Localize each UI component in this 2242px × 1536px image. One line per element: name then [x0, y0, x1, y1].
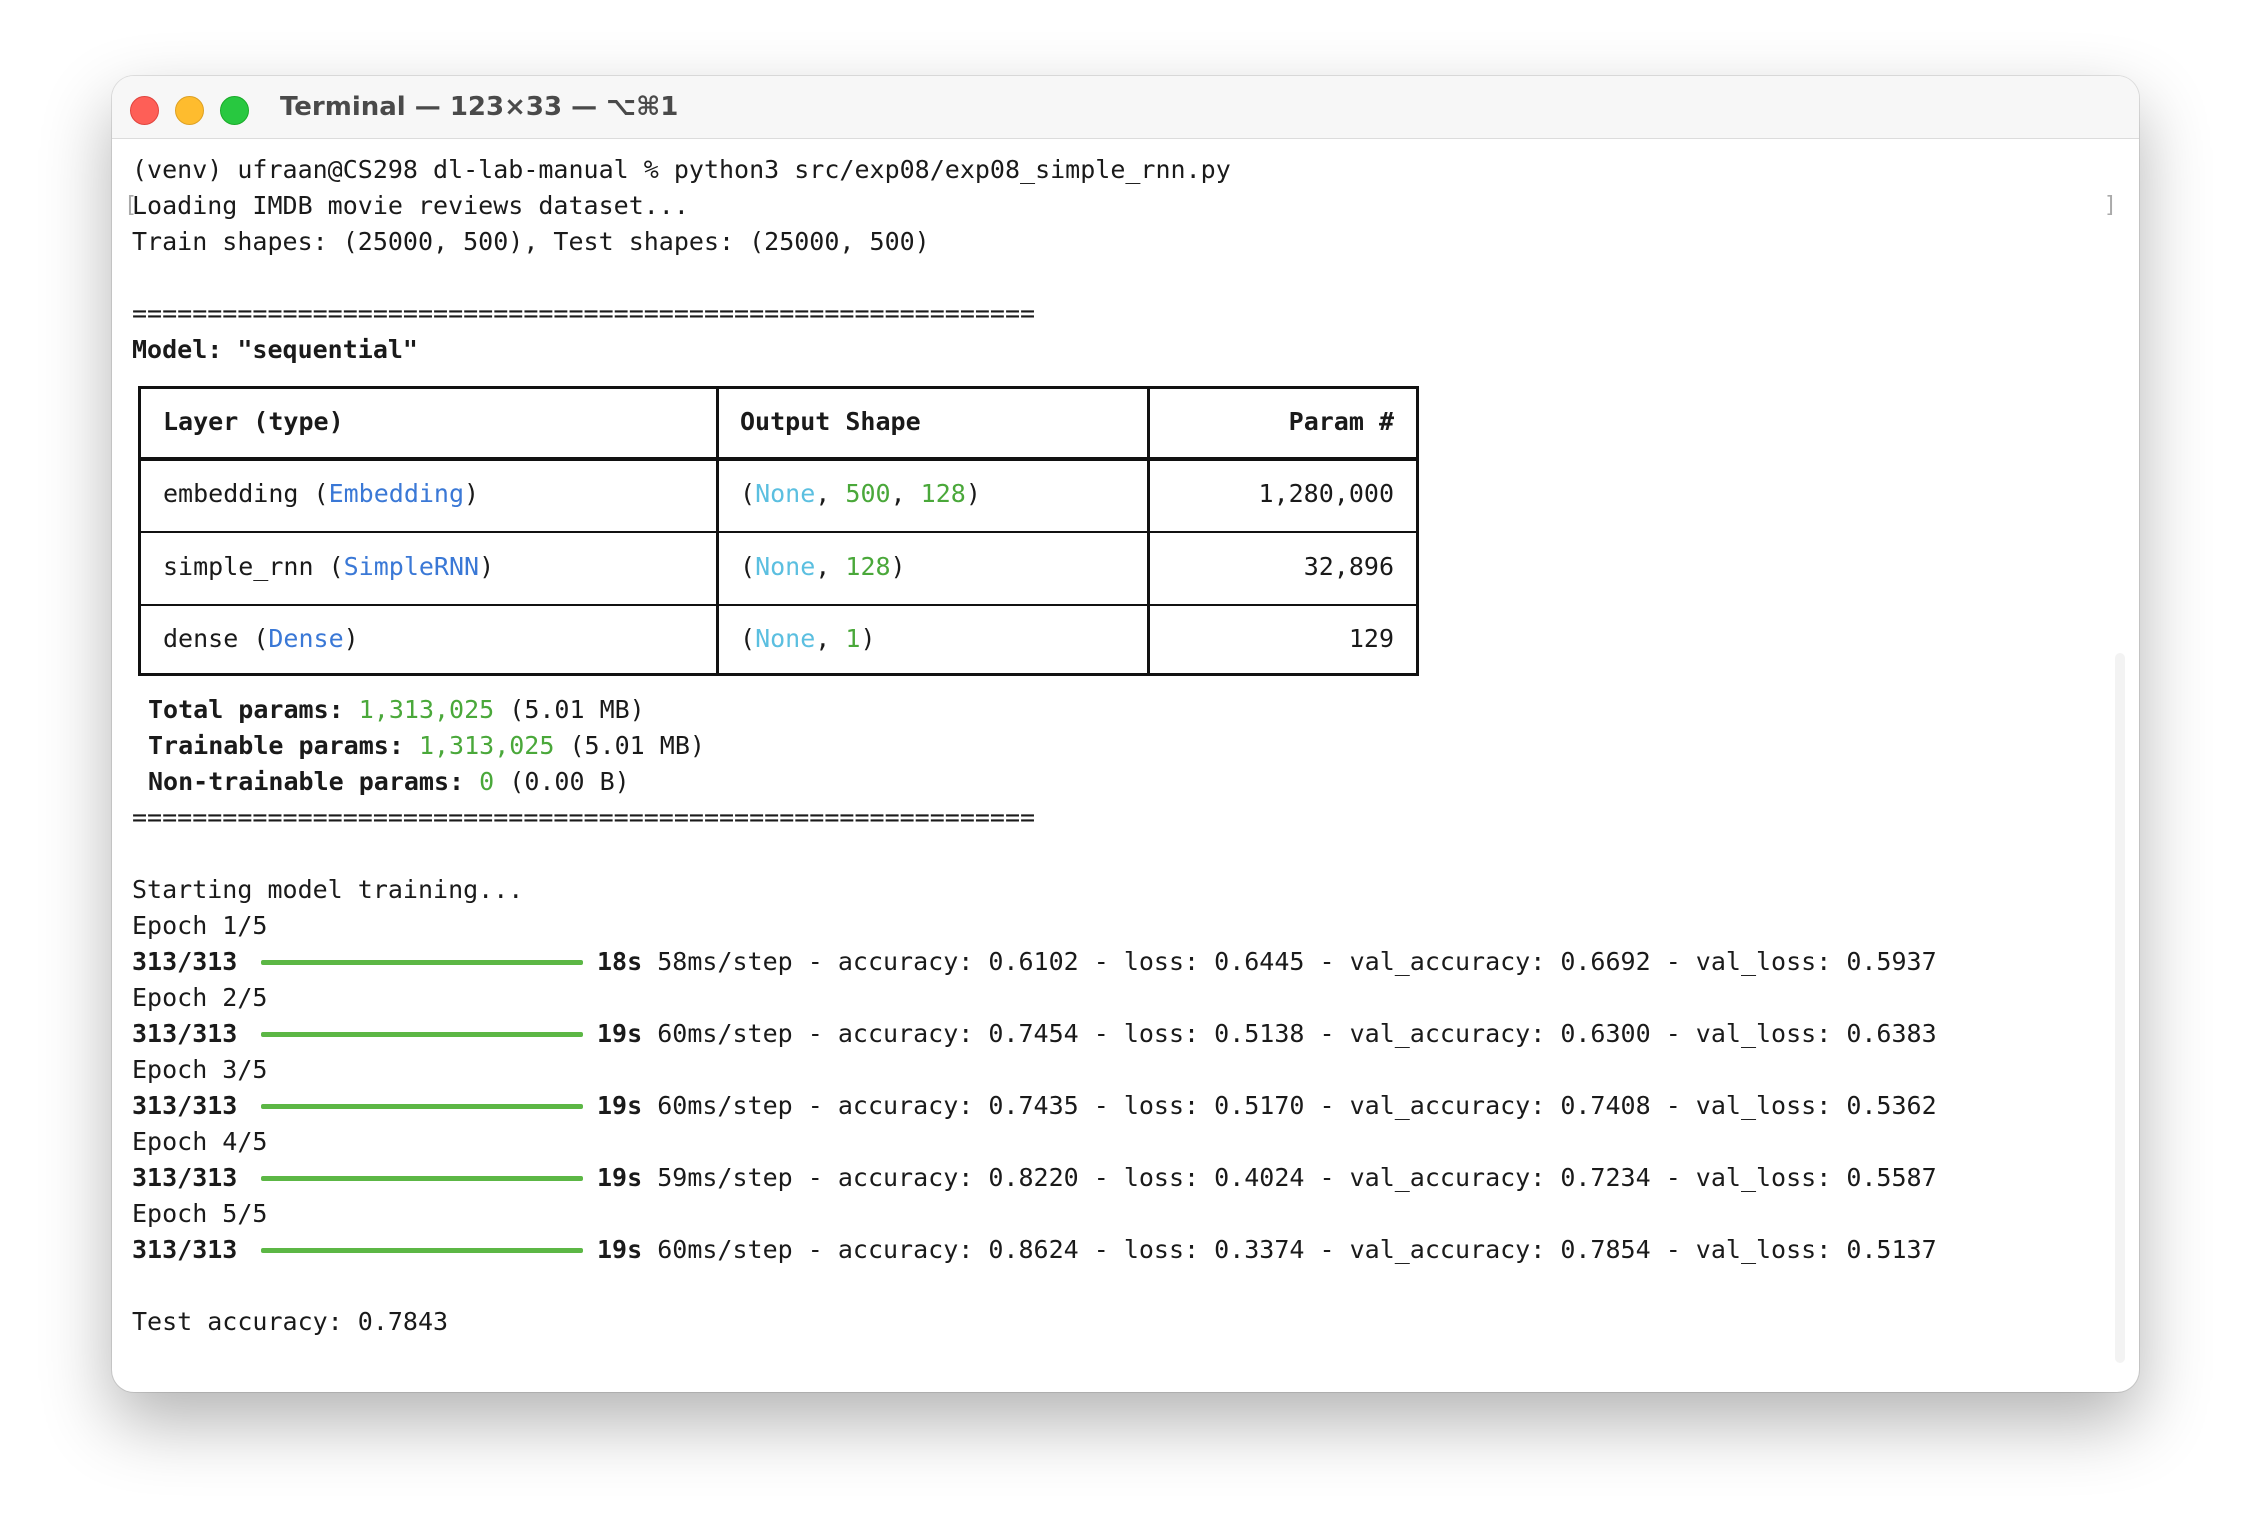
- epoch-steps: 313/313: [132, 1163, 238, 1192]
- epoch-metrics: 19s 60ms/step - accuracy: 0.8624 - loss:…: [597, 1235, 1937, 1264]
- output-shapes: Train shapes: (25000, 500), Test shapes:…: [132, 227, 930, 256]
- table-row-rule: [141, 604, 1416, 606]
- close-button[interactable]: [130, 96, 159, 125]
- shape-cell: (None, 500, 128): [740, 479, 981, 508]
- shape-cell: (None, 128): [740, 552, 906, 581]
- layer-cell: embedding (Embedding): [163, 479, 480, 508]
- epoch-metrics: 19s 60ms/step - accuracy: 0.7435 - loss:…: [597, 1091, 1937, 1120]
- param-count: 32,896: [1303, 552, 1394, 581]
- layer-type: Embedding: [328, 479, 465, 508]
- layer-type: Dense: [268, 624, 344, 653]
- shape-none: None: [755, 552, 816, 581]
- mark-bracket-right: ]: [2103, 193, 2117, 218]
- zoom-button[interactable]: [220, 96, 249, 125]
- layer-name: embedding: [163, 479, 299, 508]
- layer-cell: simple_rnn (SimpleRNN): [163, 552, 495, 581]
- param-count: 1,280,000: [1258, 479, 1394, 508]
- epoch-steps: 313/313: [132, 1091, 238, 1120]
- total-params: Total params: 1,313,025 (5.01 MB): [148, 695, 645, 724]
- param-count: 129: [1348, 624, 1394, 653]
- layer-type: SimpleRNN: [343, 552, 480, 581]
- window-title: Terminal — 123×33 — ⌥⌘1: [280, 92, 679, 122]
- model-summary-table: Layer (type) Output Shape Param # embedd…: [138, 386, 1419, 676]
- epoch-label: Epoch 1/5: [132, 911, 268, 940]
- command-line[interactable]: (venv) ufraan@CS298 dl-lab-manual % pyth…: [132, 152, 1231, 188]
- epoch-label: Epoch 4/5: [132, 1127, 268, 1156]
- table-row-rule: [141, 531, 1416, 533]
- shape-dim: 128: [845, 552, 891, 581]
- model-name: Model: "sequential": [132, 335, 418, 364]
- shape-none: None: [755, 624, 816, 653]
- output-loading: Loading IMDB movie reviews dataset...: [132, 191, 689, 220]
- layer-cell: dense (Dense): [163, 624, 359, 653]
- test-accuracy: Test accuracy: 0.7843: [132, 1307, 449, 1336]
- table-header-rule: [141, 457, 1416, 461]
- epoch-progress-bar: [261, 1032, 583, 1037]
- epoch-steps: 313/313: [132, 1019, 238, 1048]
- epoch-progress-bar: [261, 1248, 583, 1253]
- shape-none: None: [755, 479, 816, 508]
- shape-dim: 500: [845, 479, 891, 508]
- separator-top: ========================================…: [132, 299, 1036, 328]
- epoch-progress-bar: [261, 960, 583, 965]
- epoch-label: Epoch 2/5: [132, 983, 268, 1012]
- layer-name: simple_rnn: [163, 552, 314, 581]
- scrollbar[interactable]: [2115, 653, 2125, 1363]
- title-bar[interactable]: Terminal — 123×33 — ⌥⌘1: [112, 76, 2139, 139]
- epoch-metrics: 18s 58ms/step - accuracy: 0.6102 - loss:…: [597, 947, 1937, 976]
- minimize-button[interactable]: [175, 96, 204, 125]
- training-start: Starting model training...: [132, 875, 524, 904]
- separator-bottom: ========================================…: [132, 803, 1036, 832]
- epoch-steps: 313/313: [132, 947, 238, 976]
- header-output-shape: Output Shape: [740, 407, 921, 436]
- epoch-label: Epoch 5/5: [132, 1199, 268, 1228]
- terminal-window: Terminal — 123×33 — ⌥⌘1 [ ] (venv) ufraa…: [112, 76, 2139, 1392]
- epoch-metrics: 19s 59ms/step - accuracy: 0.8220 - loss:…: [597, 1163, 1937, 1192]
- layer-name: dense: [163, 624, 239, 653]
- non-trainable-params: Non-trainable params: 0 (0.00 B): [148, 767, 630, 796]
- epoch-progress-bar: [261, 1176, 583, 1181]
- epoch-steps: 313/313: [132, 1235, 238, 1264]
- epoch-metrics: 19s 60ms/step - accuracy: 0.7454 - loss:…: [597, 1019, 1937, 1048]
- epoch-label: Epoch 3/5: [132, 1055, 268, 1084]
- shape-dim: 1: [845, 624, 861, 653]
- epoch-progress-bar: [261, 1104, 583, 1109]
- shape-cell: (None, 1): [740, 624, 876, 653]
- trainable-params: Trainable params: 1,313,025 (5.01 MB): [148, 731, 705, 760]
- header-params: Param #: [1288, 407, 1394, 436]
- shape-dim: 128: [920, 479, 966, 508]
- header-layer: Layer (type): [163, 407, 344, 436]
